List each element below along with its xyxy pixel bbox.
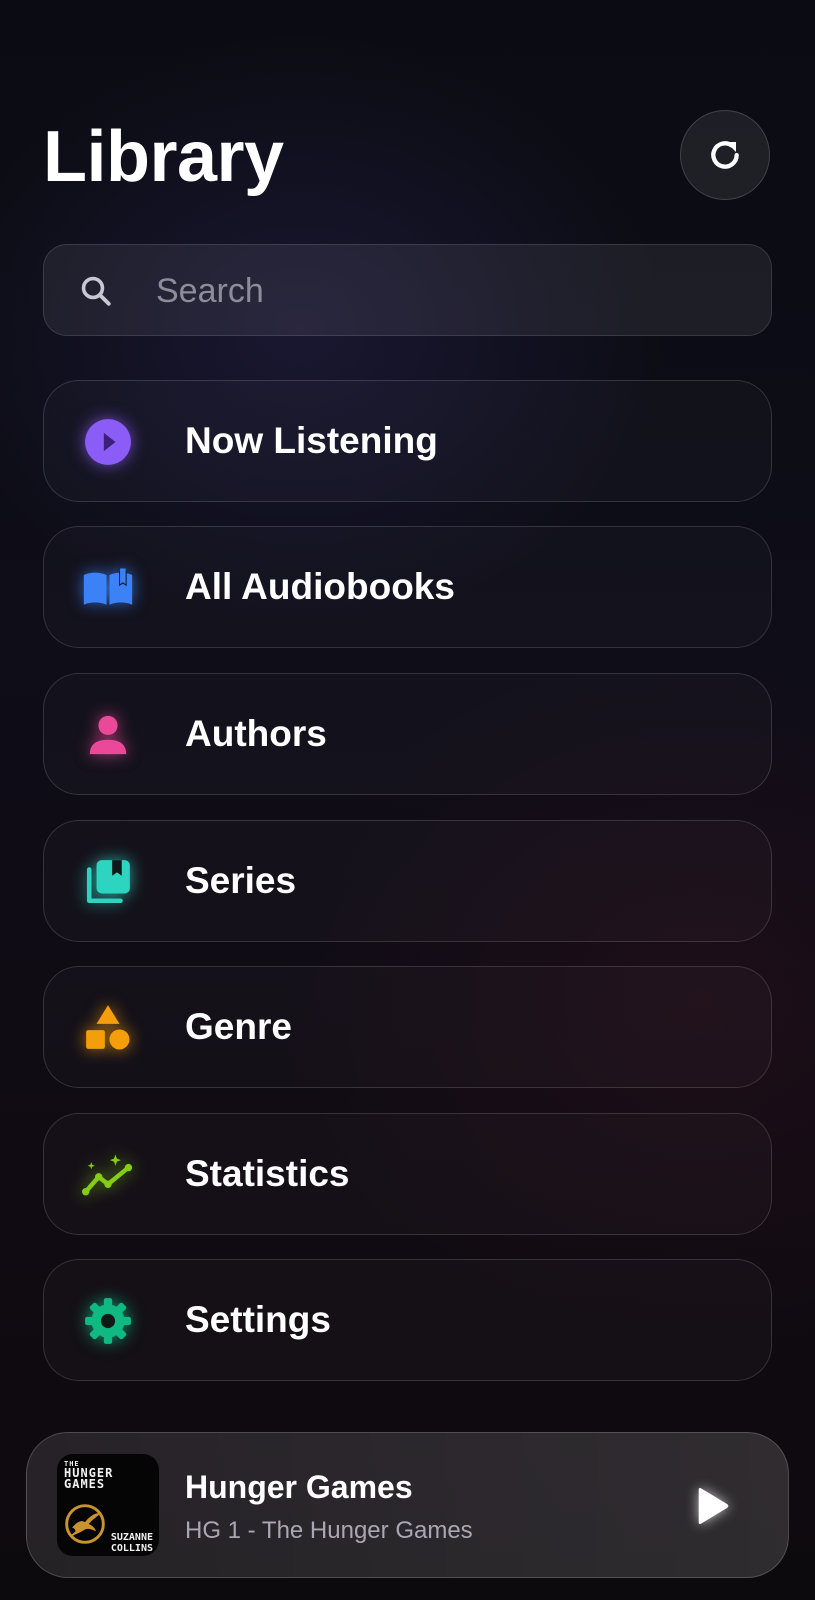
play-circle-icon (82, 416, 134, 468)
menu-item-now-listening[interactable]: Now Listening (43, 380, 772, 502)
cover-title: THE HUNGER GAMES (64, 1460, 114, 1491)
refresh-icon (711, 141, 739, 169)
menu-item-statistics[interactable]: Statistics (43, 1113, 772, 1235)
menu-item-settings[interactable]: Settings (43, 1259, 772, 1381)
search-bar[interactable] (43, 244, 772, 337)
menu-item-all-audiobooks[interactable]: All Audiobooks (43, 526, 772, 648)
open-book-icon (82, 562, 134, 614)
now-playing-title: Hunger Games (185, 1469, 413, 1505)
menu-item-label: Genre (185, 1006, 292, 1047)
menu-item-genre[interactable]: Genre (43, 966, 772, 1088)
menu-item-authors[interactable]: Authors (43, 673, 772, 795)
menu-item-series[interactable]: Series (43, 820, 772, 942)
shapes-icon (82, 1002, 134, 1054)
mockingjay-emblem-icon (65, 1504, 105, 1544)
menu-item-label: Authors (185, 713, 327, 754)
search-icon (81, 276, 111, 306)
play-icon (698, 1487, 729, 1525)
search-input[interactable] (154, 245, 748, 337)
now-playing-subtitle: HG 1 - The Hunger Games (185, 1517, 473, 1544)
refresh-button[interactable] (680, 110, 770, 200)
person-icon (82, 709, 134, 761)
gear-icon (82, 1295, 134, 1347)
sparkline-chart-icon (82, 1149, 134, 1201)
stacked-bookmarks-icon (82, 856, 134, 908)
cover-author: SUZANNE COLLINS (110, 1532, 153, 1554)
menu-item-label: Now Listening (185, 420, 438, 461)
menu-item-label: Statistics (185, 1153, 350, 1194)
menu-item-label: Series (185, 860, 297, 901)
book-cover-image: THE HUNGER GAMES SUZANNE COLLINS (57, 1454, 159, 1556)
mini-player[interactable]: THE HUNGER GAMES SUZANNE COLLINS Hunger … (26, 1432, 789, 1578)
page-title: Library (43, 117, 284, 197)
menu-item-label: Settings (185, 1299, 331, 1340)
play-button[interactable] (687, 1481, 737, 1531)
menu-item-label: All Audiobooks (185, 566, 455, 607)
